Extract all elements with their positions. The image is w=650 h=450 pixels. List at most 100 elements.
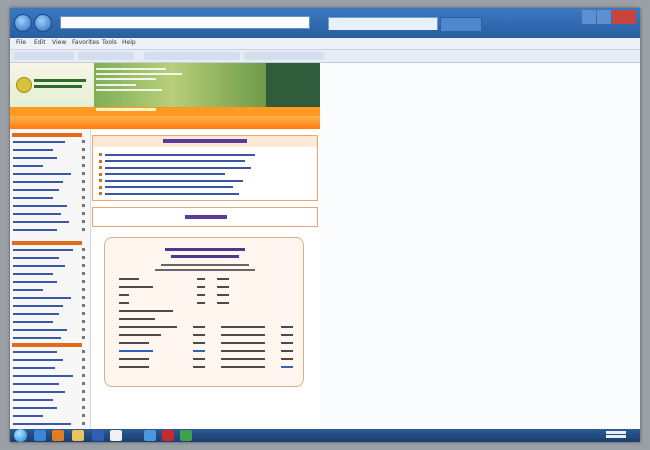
menu-favorites[interactable]: Favorites [72, 39, 99, 46]
app-icon[interactable] [180, 430, 192, 441]
chevron-right-icon [82, 350, 85, 353]
documents-title[interactable] [185, 215, 227, 219]
monitor-screen: File Edit View Favorites Tools Help [10, 8, 640, 442]
chevron-right-icon [82, 358, 85, 361]
menu-edit[interactable]: Edit [34, 39, 46, 46]
chevron-right-icon [82, 320, 85, 323]
chevron-right-icon [82, 188, 85, 191]
sidebar-link[interactable] [13, 249, 73, 251]
sidebar-link[interactable] [13, 305, 63, 307]
sidebar-link[interactable] [13, 197, 53, 199]
sidebar-link[interactable] [13, 329, 67, 331]
sidebar-link[interactable] [13, 423, 71, 425]
sidebar-link[interactable] [13, 399, 53, 401]
sidebar-link[interactable] [13, 337, 61, 339]
stats-label [221, 358, 265, 360]
list-bullet-icon [99, 192, 102, 195]
acrobat-icon[interactable] [162, 430, 174, 441]
chevron-right-icon [82, 256, 85, 259]
news-link[interactable] [105, 186, 233, 188]
clock-date [606, 435, 626, 438]
sidebar-link[interactable] [13, 205, 67, 207]
favorites-item[interactable] [14, 52, 74, 60]
word-icon[interactable] [92, 430, 104, 441]
minimize-button[interactable] [582, 10, 596, 24]
news-link[interactable] [105, 160, 245, 162]
sidebar-link[interactable] [13, 407, 57, 409]
menu-view[interactable]: View [52, 39, 66, 46]
ie-icon[interactable] [34, 430, 46, 441]
site-logo[interactable] [10, 63, 94, 107]
sidebar-link[interactable] [13, 257, 59, 259]
stats-label [119, 334, 161, 336]
sidebar-link[interactable] [13, 165, 43, 167]
menu-help[interactable]: Help [122, 39, 136, 46]
windows-orb-icon[interactable] [14, 429, 27, 442]
sidebar-link[interactable] [13, 281, 57, 283]
firefox-icon[interactable] [52, 430, 64, 441]
news-link[interactable] [105, 179, 243, 182]
sidebar-link[interactable] [13, 221, 69, 223]
list-bullet-icon [99, 159, 102, 163]
ie-icon[interactable] [144, 430, 156, 441]
sidebar-link[interactable] [13, 189, 59, 191]
sidebar-link[interactable] [13, 213, 61, 215]
stats-label [119, 302, 129, 304]
stats-label [119, 318, 155, 320]
sidebar-link[interactable] [13, 273, 53, 275]
news-link[interactable] [105, 192, 239, 195]
sidebar-link[interactable] [13, 321, 53, 323]
sidebar-link[interactable] [13, 181, 63, 183]
sidebar-link[interactable] [13, 157, 57, 159]
browser-tab[interactable] [440, 17, 482, 31]
chevron-right-icon [82, 398, 85, 401]
stats-value [193, 326, 205, 328]
sidebar-link[interactable] [13, 265, 65, 267]
sidebar-menu [10, 129, 91, 429]
close-button[interactable] [612, 10, 636, 24]
favorites-item[interactable] [78, 52, 134, 60]
news-link[interactable] [105, 166, 251, 169]
sidebar-link[interactable] [13, 289, 43, 291]
explorer-icon[interactable] [72, 430, 84, 441]
sidebar-link[interactable] [13, 375, 73, 377]
favorites-item[interactable] [244, 52, 324, 60]
stats-value [281, 334, 293, 336]
menu-file[interactable]: File [16, 39, 26, 46]
sidebar-link[interactable] [13, 415, 43, 417]
sidebar-section-heading [12, 343, 82, 347]
back-icon[interactable] [14, 14, 32, 32]
media-icon[interactable] [110, 430, 122, 441]
maximize-button[interactable] [597, 10, 611, 24]
stats-value [281, 342, 293, 344]
forward-icon[interactable] [34, 14, 52, 32]
browser-titlebar [10, 8, 640, 38]
news-box [92, 135, 318, 201]
sidebar-link[interactable] [13, 351, 57, 353]
news-link[interactable] [105, 153, 255, 156]
sidebar-link[interactable] [13, 367, 55, 369]
sidebar-link[interactable] [13, 229, 57, 231]
chevron-right-icon [82, 212, 85, 215]
sidebar-link[interactable] [13, 173, 71, 175]
menu-tools[interactable]: Tools [102, 39, 117, 46]
stats-value [281, 350, 293, 352]
news-link[interactable] [105, 173, 225, 175]
system-clock[interactable] [598, 430, 634, 441]
chevron-right-icon [82, 288, 85, 291]
stats-value [281, 366, 293, 368]
sidebar-link[interactable] [13, 297, 71, 299]
sidebar-link[interactable] [13, 383, 59, 385]
browser-tab-active[interactable] [328, 17, 438, 30]
stats-value [197, 278, 205, 280]
address-bar[interactable] [60, 16, 310, 29]
sidebar-link[interactable] [13, 391, 65, 393]
chevron-right-icon [82, 280, 85, 283]
favorites-item[interactable] [144, 52, 240, 60]
stats-unit [217, 286, 229, 288]
banner-text [96, 89, 162, 91]
sidebar-link[interactable] [13, 313, 59, 315]
sidebar-link[interactable] [13, 149, 53, 151]
sidebar-link[interactable] [13, 359, 63, 361]
sidebar-link[interactable] [13, 141, 65, 143]
